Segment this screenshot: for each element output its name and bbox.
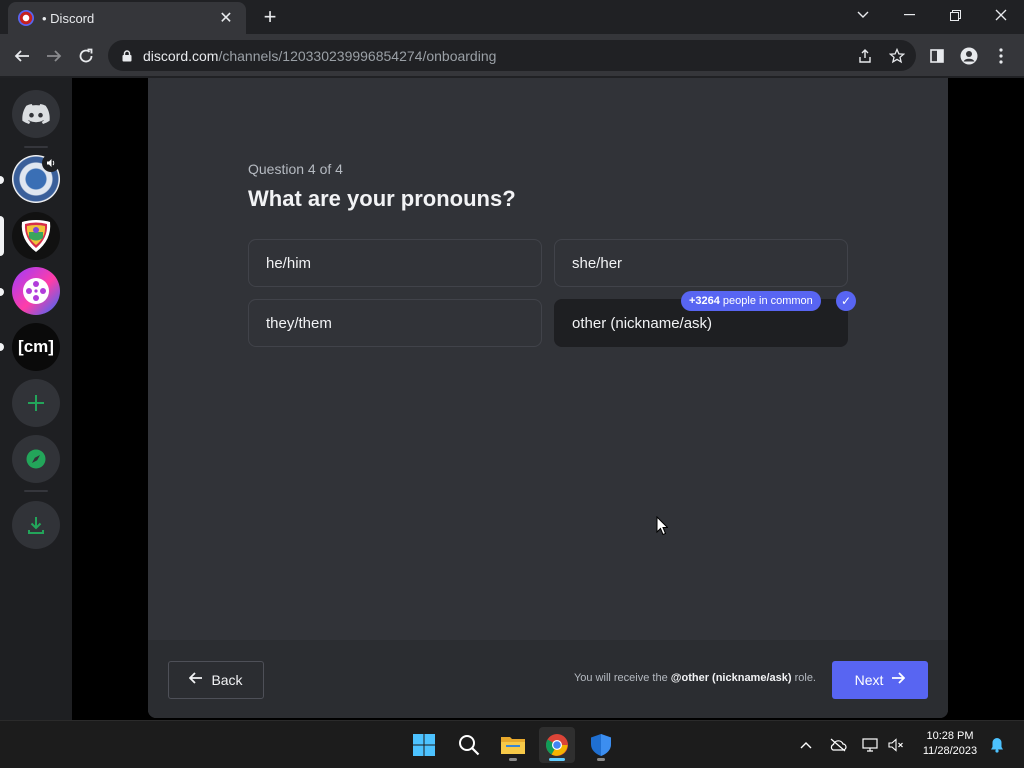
discord-logo-icon xyxy=(22,104,50,124)
window-close-icon[interactable] xyxy=(978,0,1024,30)
taskbar-search-icon[interactable] xyxy=(451,727,487,763)
pronoun-option-they-them[interactable]: they/them xyxy=(248,299,542,347)
role-note-prefix: You will receive the xyxy=(573,672,668,684)
plus-icon xyxy=(28,395,44,411)
explore-servers-button[interactable] xyxy=(12,435,60,483)
next-label: Next xyxy=(854,672,884,688)
server-icon-shield[interactable] xyxy=(12,212,60,260)
role-name: @other (nickname/ask) xyxy=(670,672,792,684)
common-count: +3264 xyxy=(689,295,720,307)
onedrive-offline-icon[interactable] xyxy=(828,735,848,755)
windows-start-icon[interactable] xyxy=(406,727,442,763)
share-icon[interactable] xyxy=(856,47,874,65)
new-tab-button[interactable]: + xyxy=(258,6,282,28)
question-title: What are your pronouns? xyxy=(248,186,516,211)
reload-icon[interactable] xyxy=(73,43,99,69)
onboarding-footer: Back You will receive the @other (nickna… xyxy=(148,640,948,718)
arrow-right-icon xyxy=(891,671,906,689)
onboarding-modal: Question 4 of 4 What are your pronouns? … xyxy=(148,78,948,718)
sidebar-separator xyxy=(24,146,48,148)
clock-date: 11/28/2023 xyxy=(922,745,978,757)
next-button[interactable]: Next xyxy=(832,661,928,699)
speaker-icon xyxy=(42,154,60,172)
download-apps-button[interactable] xyxy=(12,501,60,549)
browser-toolbar: discord.com/channels/120330239996854274/… xyxy=(0,34,1024,77)
compass-icon xyxy=(26,449,46,469)
question-counter: Question 4 of 4 xyxy=(248,161,343,177)
lock-icon xyxy=(120,49,134,63)
server-icon-cm[interactable]: [cm] xyxy=(12,323,60,371)
network-icon[interactable] xyxy=(860,735,880,755)
windows-taskbar: 10:28 PM 11/28/2023 xyxy=(0,720,1024,768)
profile-icon[interactable] xyxy=(958,45,980,67)
address-bar[interactable]: discord.com/channels/120330239996854274/… xyxy=(108,40,916,71)
film-reel-icon xyxy=(23,278,49,304)
kebab-menu-icon[interactable] xyxy=(990,45,1012,67)
active-indicator xyxy=(549,758,565,761)
clock-time: 10:28 PM xyxy=(926,730,974,742)
back-label: Back xyxy=(211,672,243,688)
unread-indicator xyxy=(0,343,4,351)
url-host: discord.com xyxy=(143,47,219,64)
url-path: /channels/120330239996854274/onboarding xyxy=(218,47,497,64)
running-indicator xyxy=(509,758,517,761)
people-in-common-badge: +3264 people in common xyxy=(681,291,821,311)
server-icon-film[interactable] xyxy=(12,267,60,315)
pronoun-option-he-him[interactable]: he/him xyxy=(248,239,542,287)
discord-home-button[interactable] xyxy=(12,90,60,138)
back-arrow-icon[interactable] xyxy=(9,43,35,69)
volume-muted-icon[interactable] xyxy=(886,735,906,755)
sidebar-separator xyxy=(24,490,48,492)
browser-tab-discord[interactable]: • Discord ✕ xyxy=(8,2,246,34)
discord-app: [cm] Question 4 of 4 What are your prono… xyxy=(0,78,1024,720)
shield-emblem-icon xyxy=(21,220,51,252)
tab-title: • Discord xyxy=(42,10,95,26)
common-text: people in common xyxy=(722,295,813,307)
forward-arrow-icon[interactable] xyxy=(41,43,67,69)
selected-server-indicator xyxy=(0,216,4,256)
file-explorer-icon[interactable] xyxy=(495,727,531,763)
show-hidden-icons-chevron-icon[interactable] xyxy=(796,735,816,755)
running-indicator xyxy=(597,758,605,761)
bookmark-star-icon[interactable] xyxy=(888,47,906,65)
tab-search-chevron-icon[interactable] xyxy=(840,0,886,30)
chrome-icon[interactable] xyxy=(539,727,575,763)
minimize-icon[interactable] xyxy=(886,0,932,30)
pronoun-option-she-her[interactable]: she/her xyxy=(554,239,848,287)
server-sidebar: [cm] xyxy=(0,78,72,720)
role-note-suffix: role. xyxy=(794,672,816,684)
system-clock[interactable]: 10:28 PM 11/28/2023 xyxy=(912,729,988,759)
role-notice: You will receive the @other (nickname/as… xyxy=(574,672,816,684)
arrow-left-icon xyxy=(189,671,203,689)
browser-titlebar: • Discord ✕ + xyxy=(0,0,1024,34)
url-text: discord.com/channels/120330239996854274/… xyxy=(143,48,496,64)
restore-icon[interactable] xyxy=(932,0,978,30)
back-button[interactable]: Back xyxy=(168,661,264,699)
discord-favicon-icon xyxy=(18,10,34,26)
mouse-cursor-icon xyxy=(656,516,668,536)
unread-indicator xyxy=(0,176,4,184)
side-panel-icon[interactable] xyxy=(926,45,948,67)
add-server-button[interactable] xyxy=(12,379,60,427)
selected-check-icon: ✓ xyxy=(836,291,856,311)
notification-bell-icon[interactable] xyxy=(987,735,1007,755)
unread-indicator xyxy=(0,288,4,296)
tab-close-icon[interactable]: ✕ xyxy=(216,8,236,28)
windows-security-shield-icon[interactable] xyxy=(583,727,619,763)
onboarding-content: Question 4 of 4 What are your pronouns? … xyxy=(148,78,948,638)
download-icon xyxy=(28,517,44,534)
